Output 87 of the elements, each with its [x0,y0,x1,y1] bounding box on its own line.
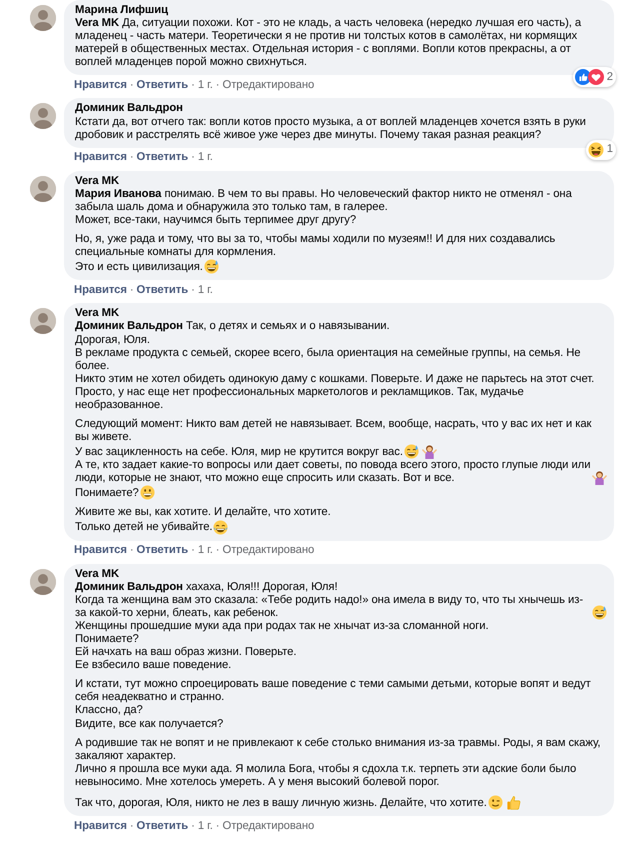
avatar-icon[interactable] [30,308,56,334]
like-link[interactable]: Нравится [74,284,127,296]
reply-link[interactable]: Ответить [136,544,188,556]
avatar-icon[interactable] [30,176,56,202]
comment-text: Это и есть цивилизация. [75,261,203,274]
edited-label[interactable]: Отредактировано [222,78,314,91]
like-link[interactable]: Нравится [74,820,127,832]
comment-text: Доминик Вальдрон Так, о детях и семьях и о навязывании. [75,320,390,334]
comment-text: Но, я, уже рада и тому, что вы за то, чтобы мамы ходили по музеям!! И для них создавались специальные комнаты для кормления. [75,233,556,260]
comment-text: Никто этим не хотел обидеть одинокую даму с кошками. Поверьте. И даже не парьтесь на этот счет. [75,372,594,386]
mention-link[interactable]: Мария Иванова [75,188,162,200]
comment-text: Лично я прошла все муки ада. Я молила Бога, чтобы я сдохла т.к. терпеть эти адские боли было невыносимо. Мне хотелось умереть. А у меня высокий болевой порог. [75,762,578,790]
thumbs-up-icon [506,795,521,810]
separator-dot: · [216,820,220,832]
comment-text: Только детей не убивайте. [75,521,212,535]
laughing-tears-icon [213,520,228,535]
author-name[interactable]: Доминик Вальдрон [75,102,183,116]
wink-icon [488,795,503,810]
edited-label[interactable]: Отредактировано [222,544,314,556]
comment-text: Классно, да? [75,704,143,718]
mention-link[interactable]: Vera MK [75,17,120,30]
avatar-icon[interactable] [30,103,56,130]
author-name[interactable]: Vera MK [75,568,120,581]
comment-text: И кстати, тут можно спроецировать ваше поведение с теми самыми детьми, которые вопят и ведут себя неадекватно и странно. [75,678,592,704]
comment-text: Может, все-таки, научимся быть терпимее друг другу? [75,214,356,228]
comment-text: А те, кто задает какие-то вопросы или дает советы, по повода всего этого, просто глупые люди или люди, которые не знают, что можно еще спросить или сказать. Вот и все. [75,459,591,486]
grin-icon [140,485,155,500]
comment-text: Следующий момент: Никто вам детей не навязывает. Всем, вообще, насрать, что у вас их нет и как вы живете. [75,418,592,444]
like-icon [574,69,591,86]
timestamp[interactable]: 1 г. [198,78,213,91]
comment-text: Когда та женщина вам это сказала: «Тебе родить надо!» она имела в виду то, что ты хнычешь из-за какой-то херни, блеать, как ребенок. [75,594,584,620]
comment-text: Видите, все как получается? [75,718,224,731]
timestamp[interactable]: 1 г. [198,284,213,296]
comment-text: Vera MK Да, ситуации похожи. Кот - это не кладь, а часть человека (нередко лучшая его часть), а младенец - часть матери. Теоретически я не против ни толстых котов в самолётах, ни кормящих матерей в общественных местах. Отдельная история - с воплями. Вопли котов прекрасны, а от воплей младенцев порой можно свихнуться. [75,17,582,70]
timestamp[interactable]: 1 г. [198,151,213,164]
avatar-icon[interactable] [30,5,56,31]
comment-text: Так что, дорогая, Юля, никто не лез в вашу личную жизнь. Делайте, что хотите. [75,796,487,810]
edited-label[interactable]: Отредактировано [222,820,314,832]
reply-link[interactable]: Ответить [136,78,188,91]
timestamp[interactable]: 1 г. [198,544,213,556]
avatar-icon[interactable] [30,568,56,595]
laughing-icon [588,142,604,158]
mention-link[interactable]: Доминик Вальдрон [75,580,183,593]
separator-dot: · [191,284,195,296]
mention-link[interactable]: Доминик Вальдрон [75,320,183,332]
separator-dot: · [216,544,220,556]
comment-text: Понимаете? [75,633,139,646]
separator-dot: · [191,820,195,832]
comment-text: Понимаете? [75,487,139,500]
comment-text: А родившие так не вопят и не привлекают к себе столько внимания из-за травмы. Роды, я вам скажу, закаляют характер. [75,736,602,763]
comment-text: Ей начхать на ваш образ жизни. Поверьте. [75,646,296,660]
comment-text: Дорогая, Юля. [75,334,150,347]
author-name[interactable]: Марина Лифшиц [75,4,168,18]
separator-dot: · [191,544,195,556]
comment-text: Доминик Вальдрон хахаха, Юля!!! Дорогая, Юля! [75,580,338,594]
comment-text: В рекламе продукта с семьей, скорее всего, была ориентация на семейные группы, на семья. Не более. [75,346,582,373]
comment-text: Женщины прошедшие муки ада при родах так не хнычат из-за сломанной ноги. [75,620,489,633]
sweat-smile-icon [404,444,419,460]
separator-dot: · [130,284,134,296]
separator-dot: · [130,544,134,556]
comment-text: У вас зацикленность на себе. Юля, мир не крутится вокруг вас. [75,446,403,460]
sweat-smile-icon [204,259,219,274]
separator-dot: · [191,78,195,91]
sweat-smile-icon [592,604,607,620]
reply-link[interactable]: Ответить [136,151,188,164]
shrugging-person-icon [422,444,437,460]
separator-dot: · [216,78,220,91]
like-link[interactable]: Нравится [74,544,127,556]
reply-link[interactable]: Ответить [136,820,188,832]
reaction-badge[interactable]: 2 [572,67,616,88]
like-link[interactable]: Нравится [74,151,127,164]
shrugging-person-icon [592,470,607,486]
author-name[interactable]: Vera MK [75,307,120,320]
separator-dot: · [191,151,195,164]
comment-text: Живите же вы, как хотите. И делайте, что хотите. [75,506,331,520]
comment-text: Мария Иванова понимаю. В чем то вы правы. Но человеческий фактор никто не отменял - она забыла шаль дома и обнаружила это только там, в галерее. [75,188,573,214]
comment-text: Ее взбесило ваше поведение. [75,659,232,672]
timestamp[interactable]: 1 г. [198,820,213,832]
reaction-badge[interactable]: 1 [586,140,616,160]
separator-dot: · [130,820,134,832]
separator-dot: · [130,78,134,91]
like-link[interactable]: Нравится [74,78,127,91]
reply-link[interactable]: Ответить [136,284,188,296]
comment-text: Просто, у нас еще нет профессиональных маркетологов и рекламщиков. Так, мудачье необразованное. [75,386,525,412]
separator-dot: · [130,151,134,164]
author-name[interactable]: Vera MK [75,174,120,188]
comment-text: Кстати да, вот отчего так: вопли котов просто музыка, а от воплей младенцев хочется взять в руки дробовик и расстрелять всё живое уже через две минуты. Почему такая разная реакция? [75,116,587,142]
